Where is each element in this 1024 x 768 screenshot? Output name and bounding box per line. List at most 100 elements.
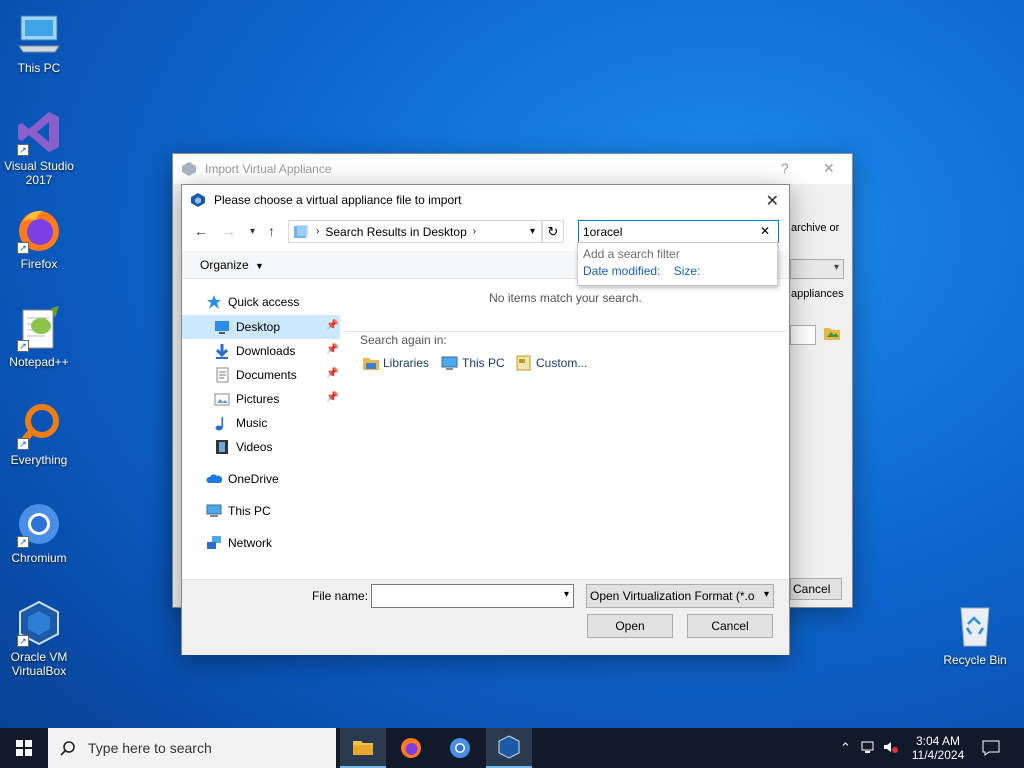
file-name-input[interactable]: ▾ bbox=[371, 584, 574, 608]
file-type-select[interactable]: Open Virtualization Format (*.o ▾ bbox=[586, 584, 774, 608]
nav-music[interactable]: Music bbox=[214, 412, 267, 434]
refresh-icon[interactable]: ↻ bbox=[542, 220, 564, 243]
desktop-icon-visual-studio[interactable]: ↗ Visual Studio 2017 bbox=[1, 108, 77, 187]
shortcut-arrow-icon: ↗ bbox=[17, 242, 29, 254]
desktop-icon-notepadpp[interactable]: ↗ Notepad++ bbox=[1, 304, 77, 369]
open-button[interactable]: Open bbox=[587, 614, 673, 638]
nav-videos[interactable]: Videos bbox=[214, 436, 272, 458]
taskbar-virtualbox[interactable] bbox=[486, 728, 532, 768]
source-select[interactable]: ▾ bbox=[790, 259, 844, 279]
nav-this-pc[interactable]: This PC bbox=[206, 500, 271, 522]
search-box[interactable]: 1oracel ✕ bbox=[578, 220, 779, 243]
desktop-icon-label: Chromium bbox=[11, 551, 67, 565]
up-arrow-icon[interactable]: ↑ bbox=[268, 223, 275, 239]
organize-button[interactable]: Organize ▼ bbox=[200, 258, 264, 272]
desktop-icon-chromium[interactable]: ↗ Chromium bbox=[1, 500, 77, 565]
chevron-down-icon[interactable]: ▾ bbox=[564, 589, 569, 600]
notifications-icon[interactable] bbox=[982, 728, 1000, 768]
desktop-icon-firefox[interactable]: ↗ Firefox bbox=[1, 206, 77, 271]
clear-search-icon[interactable]: ✕ bbox=[760, 224, 770, 238]
help-button[interactable]: ? bbox=[781, 160, 789, 176]
nav-label: Desktop bbox=[236, 320, 281, 334]
downloads-arrow-icon bbox=[214, 343, 230, 359]
nav-network[interactable]: Network bbox=[206, 532, 272, 554]
search-filter-heading: Add a search filter bbox=[583, 247, 680, 261]
clock[interactable]: 3:04 AM 11/4/2024 bbox=[906, 728, 970, 768]
organize-label: Organize bbox=[200, 258, 249, 272]
desktop-icon-recycle-bin[interactable]: Recycle Bin bbox=[937, 602, 1013, 667]
chromium-icon bbox=[450, 738, 470, 758]
show-hidden-icons-chevron-icon[interactable]: ⌃ bbox=[840, 740, 851, 756]
desktop-icon-everything[interactable]: ↗ Everything bbox=[1, 402, 77, 467]
taskbar-chromium[interactable] bbox=[437, 728, 483, 768]
file-path-field[interactable] bbox=[790, 325, 816, 345]
libraries-icon bbox=[363, 358, 379, 370]
nav-documents[interactable]: Documents bbox=[214, 364, 297, 386]
system-tray: ⌃ bbox=[840, 728, 899, 768]
nav-pictures[interactable]: Pictures bbox=[214, 388, 279, 410]
taskbar-firefox[interactable] bbox=[388, 728, 434, 768]
dialog-titlebar: Please choose a virtual appliance file t… bbox=[182, 185, 789, 215]
notepadpp-icon: ↗ bbox=[15, 304, 63, 352]
recycle-bin-icon bbox=[951, 602, 999, 650]
windows-logo-icon bbox=[16, 740, 32, 756]
filter-size[interactable]: Size: bbox=[674, 264, 701, 278]
nav-quick-access[interactable]: Quick access bbox=[206, 291, 299, 313]
recent-locations-chevron-icon[interactable]: ▾ bbox=[250, 226, 255, 237]
search-input[interactable]: 1oracel bbox=[583, 225, 622, 239]
filter-date-modified[interactable]: Date modified: bbox=[583, 264, 660, 278]
network-icon bbox=[206, 535, 222, 551]
chevron-down-icon: ▾ bbox=[763, 589, 769, 600]
nav-onedrive[interactable]: OneDrive bbox=[206, 468, 279, 490]
chevron-down-icon: ▼ bbox=[255, 261, 264, 271]
nav-label: Network bbox=[228, 536, 273, 550]
star-icon bbox=[206, 294, 222, 310]
desktop-icon-label: Firefox bbox=[20, 257, 58, 271]
volume-muted-icon[interactable] bbox=[883, 740, 899, 757]
file-explorer-icon bbox=[353, 741, 373, 755]
pin-icon[interactable]: 📌 bbox=[326, 320, 338, 331]
search-again-libraries[interactable]: Libraries bbox=[362, 355, 429, 371]
forward-arrow-icon[interactable]: → bbox=[222, 223, 236, 239]
taskbar-search-box[interactable]: Type here to search bbox=[48, 728, 336, 768]
network-status-icon[interactable] bbox=[861, 740, 877, 757]
address-dropdown-chevron-icon[interactable]: ▾ bbox=[530, 226, 535, 237]
taskbar: Type here to search ⌃ 3:04 AM 11/4/2024 bbox=[0, 728, 1024, 768]
desktop-icon-label: Notepad++ bbox=[9, 355, 69, 369]
address-bar[interactable]: › Search Results in Desktop › ▾ bbox=[288, 220, 542, 243]
pin-icon[interactable]: 📌 bbox=[326, 368, 338, 379]
search-again-custom[interactable]: Custom... bbox=[515, 355, 587, 371]
documents-icon bbox=[214, 367, 230, 383]
shortcut-arrow-icon: ↗ bbox=[17, 340, 29, 352]
start-button[interactable] bbox=[0, 728, 48, 768]
desktop-icon-virtualbox[interactable]: ↗ Oracle VM VirtualBox bbox=[1, 599, 77, 678]
nav-label: Pictures bbox=[236, 392, 280, 406]
virtualbox-icon bbox=[182, 162, 196, 176]
nav-desktop[interactable]: Desktop bbox=[214, 316, 280, 338]
breadcrumb-search-results[interactable]: Search Results in Desktop bbox=[325, 225, 466, 239]
file-list-area[interactable]: No items match your search. Search again… bbox=[342, 279, 789, 579]
pin-icon[interactable]: 📌 bbox=[326, 392, 338, 403]
pictures-icon bbox=[214, 391, 230, 407]
desktop-icon-this-pc[interactable]: This PC bbox=[1, 10, 77, 75]
custom-folder-icon bbox=[516, 355, 531, 371]
desktop-icon-label: This PC bbox=[17, 61, 61, 75]
breadcrumb-chevron-icon[interactable]: › bbox=[473, 226, 476, 237]
back-arrow-icon[interactable]: ← bbox=[194, 223, 208, 239]
folder-browse-icon[interactable] bbox=[823, 325, 841, 344]
desktop-icon-label: Visual Studio 2017 bbox=[4, 159, 74, 187]
close-icon[interactable]: ✕ bbox=[766, 191, 779, 211]
cancel-button[interactable]: Cancel bbox=[790, 578, 842, 600]
taskbar-file-explorer[interactable] bbox=[340, 728, 386, 768]
shortcut-arrow-icon: ↗ bbox=[17, 635, 29, 647]
virtualbox-icon bbox=[191, 193, 205, 207]
search-again-this-pc[interactable]: This PC bbox=[441, 355, 505, 371]
desktop-icon-label: Everything bbox=[10, 453, 68, 467]
cancel-button[interactable]: Cancel bbox=[687, 614, 773, 638]
videos-film-icon bbox=[214, 439, 230, 455]
virtualbox-icon: ↗ bbox=[15, 599, 63, 647]
nav-downloads[interactable]: Downloads bbox=[214, 340, 295, 362]
pin-icon[interactable]: 📌 bbox=[326, 344, 338, 355]
close-button[interactable]: ✕ bbox=[823, 160, 835, 177]
nav-label: This PC bbox=[228, 504, 271, 518]
